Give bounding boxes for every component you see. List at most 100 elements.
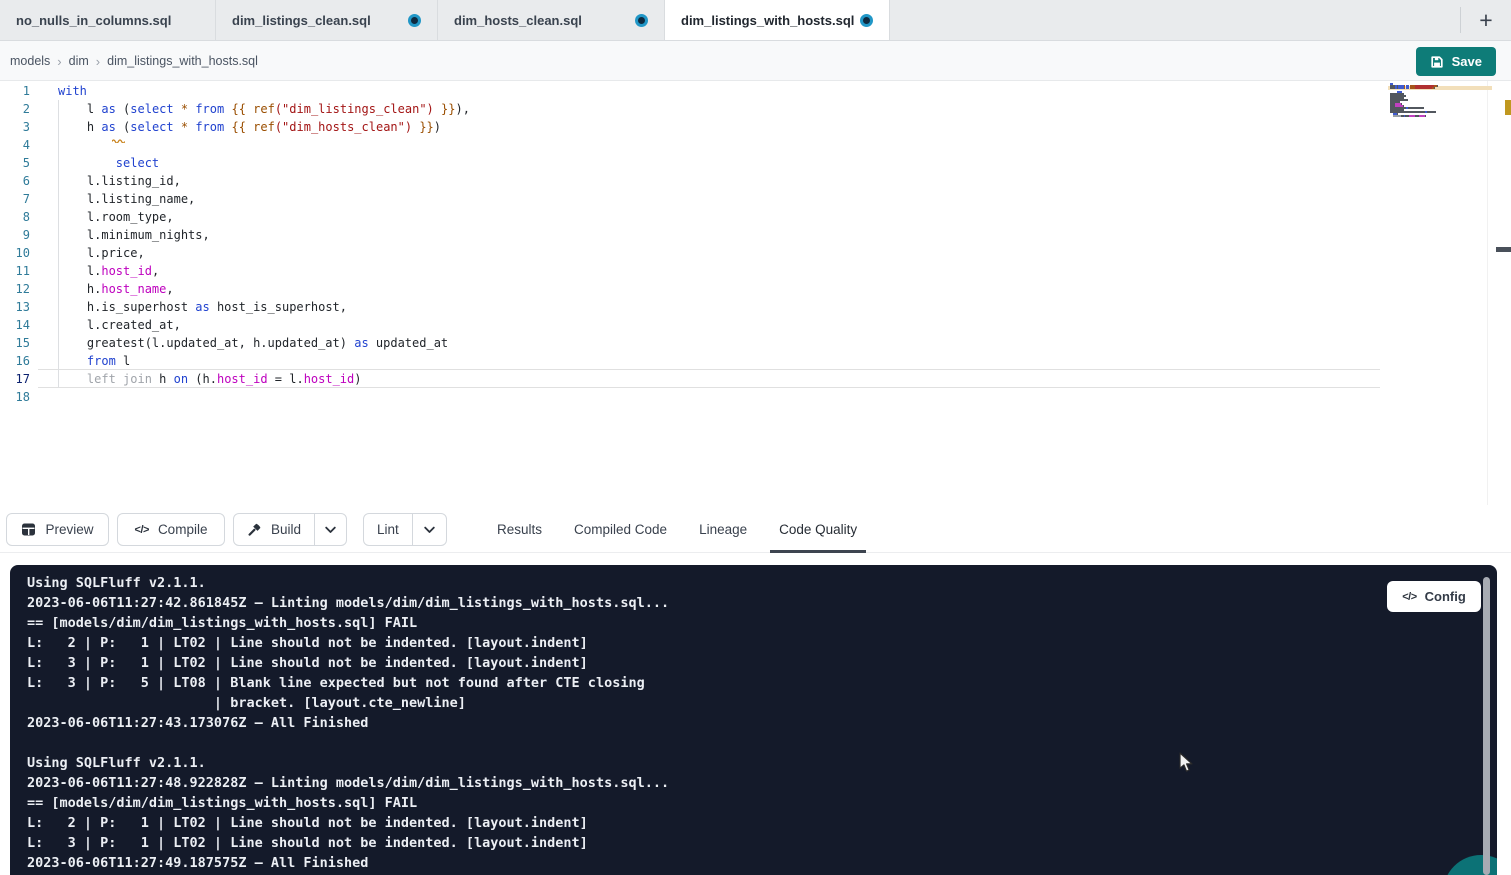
action-bar: Preview </> Compile Build Lint	[0, 505, 1511, 553]
config-button-label: Config	[1425, 589, 1466, 604]
code-line[interactable]: 11 l.host_id,	[0, 262, 1511, 280]
compile-button[interactable]: </> Compile	[117, 513, 225, 546]
code-line[interactable]: 18	[0, 388, 1511, 406]
result-tab-results[interactable]: Results	[497, 505, 542, 553]
terminal-line: Using SQLFluff v2.1.1.	[27, 573, 669, 593]
terminal-line: == [models/dim/dim_listings_with_hosts.s…	[27, 793, 669, 813]
terminal-line	[27, 733, 669, 753]
code-line[interactable]: 12 h.host_name,	[0, 280, 1511, 298]
code-line[interactable]: 10 l.price,	[0, 244, 1511, 262]
tab-label: no_nulls_in_columns.sql	[16, 13, 171, 28]
breadcrumb-item[interactable]: dim	[69, 54, 89, 68]
terminal-line: == [models/dim/dim_listings_with_hosts.s…	[27, 613, 669, 633]
code-line[interactable]: 16 from l	[0, 352, 1511, 370]
code-text: l.room_type,	[58, 208, 174, 226]
lint-output-terminal[interactable]: Using SQLFluff v2.1.1.2023-06-06T11:27:4…	[10, 565, 1497, 875]
line-number: 18	[0, 388, 30, 406]
modified-dot-icon	[408, 14, 421, 27]
breadcrumb-item[interactable]: models	[10, 54, 50, 68]
line-number: 4	[0, 136, 30, 154]
minimap[interactable]	[1388, 83, 1492, 143]
breadcrumb-item[interactable]: dim_listings_with_hosts.sql	[107, 54, 258, 68]
terminal-line: 2023-06-06T11:27:49.187575Z — All Finish…	[27, 853, 669, 873]
build-button-group: Build	[233, 513, 347, 546]
terminal-scrollbar[interactable]	[1483, 577, 1490, 875]
line-number: 1	[0, 82, 30, 100]
save-button[interactable]: Save	[1416, 47, 1496, 76]
build-dropdown-button[interactable]	[315, 514, 346, 545]
lint-button-label: Lint	[377, 522, 399, 537]
line-number: 12	[0, 280, 30, 298]
code-line[interactable]: 6 l.listing_id,	[0, 172, 1511, 190]
code-line[interactable]: 17 left join h on (h.host_id = l.host_id…	[0, 370, 1511, 388]
code-line[interactable]: 3 h as (select * from {{ ref("dim_hosts_…	[0, 118, 1511, 136]
code-line[interactable]: 4	[0, 136, 1511, 154]
result-tab-lineage[interactable]: Lineage	[699, 505, 747, 553]
line-number: 17	[0, 370, 30, 388]
terminal-line: 2023-06-06T11:27:43.173076Z — All Finish…	[27, 713, 669, 733]
terminal-line: Using SQLFluff v2.1.1.	[27, 753, 669, 773]
line-number: 2	[0, 100, 30, 118]
build-button-label: Build	[271, 522, 301, 537]
line-number: 7	[0, 190, 30, 208]
result-tab-strip: Results Compiled Code Lineage Code Quality	[497, 505, 857, 553]
code-line[interactable]: 14 l.created_at,	[0, 316, 1511, 334]
terminal-line: 2023-06-06T11:27:48.922828Z — Linting mo…	[27, 773, 669, 793]
save-button-label: Save	[1452, 54, 1482, 69]
lint-dropdown-button[interactable]	[413, 514, 446, 545]
code-text: select	[58, 154, 159, 172]
preview-button[interactable]: Preview	[6, 513, 109, 546]
code-text: l.host_id,	[58, 262, 159, 280]
code-text: from l	[58, 352, 130, 370]
breadcrumb-separator: ›	[96, 54, 100, 69]
tab-dim_listings_with_hosts.sql[interactable]: dim_listings_with_hosts.sql	[665, 0, 890, 40]
result-tab-compiled-code[interactable]: Compiled Code	[574, 505, 667, 553]
code-text: h.host_name,	[58, 280, 174, 298]
terminal-line: | bracket. [layout.cte_newline]	[27, 693, 669, 713]
line-number: 16	[0, 352, 30, 370]
chevron-down-icon	[424, 526, 435, 534]
code-line[interactable]: 2 l as (select * from {{ ref("dim_listin…	[0, 100, 1511, 118]
floppy-icon	[1430, 55, 1444, 69]
modified-dot-icon	[635, 14, 648, 27]
line-number: 6	[0, 172, 30, 190]
terminal-line: L: 3 | P: 1 | LT02 | Line should not be …	[27, 653, 669, 673]
new-tab-button[interactable]: +	[1461, 0, 1511, 40]
config-button[interactable]: </> Config	[1387, 581, 1481, 612]
lint-button[interactable]: Lint	[364, 514, 413, 545]
tab-label: dim_hosts_clean.sql	[454, 13, 582, 28]
code-line[interactable]: 7 l.listing_name,	[0, 190, 1511, 208]
modified-dot-icon	[860, 14, 873, 27]
line-number: 11	[0, 262, 30, 280]
code-icon: </>	[1402, 591, 1416, 603]
code-line[interactable]: 9 l.minimum_nights,	[0, 226, 1511, 244]
build-button[interactable]: Build	[234, 514, 315, 545]
code-editor[interactable]: 1with2 l as (select * from {{ ref("dim_l…	[0, 81, 1511, 505]
overview-ruler-warning-mark	[1505, 100, 1511, 115]
code-line[interactable]: 1with	[0, 82, 1511, 100]
result-tab-code-quality[interactable]: Code Quality	[779, 505, 857, 553]
tab-label: dim_listings_with_hosts.sql	[681, 13, 854, 28]
code-text: l as (select * from {{ ref("dim_listings…	[58, 100, 470, 118]
code-line[interactable]: 8 l.room_type,	[0, 208, 1511, 226]
tab-dim_listings_clean.sql[interactable]: dim_listings_clean.sql	[216, 0, 438, 40]
breadcrumb-separator: ›	[57, 54, 61, 69]
lint-warning-squiggle	[112, 130, 125, 148]
tab-dim_hosts_clean.sql[interactable]: dim_hosts_clean.sql	[438, 0, 665, 40]
terminal-line: L: 2 | P: 1 | LT02 | Line should not be …	[27, 813, 669, 833]
tab-no_nulls_in_columns.sql[interactable]: no_nulls_in_columns.sql	[0, 0, 216, 40]
line-number: 15	[0, 334, 30, 352]
table-icon	[21, 522, 36, 537]
chevron-down-icon	[325, 526, 336, 534]
code-line[interactable]: 13 h.is_superhost as host_is_superhost,	[0, 298, 1511, 316]
code-line[interactable]: 5 select	[0, 154, 1511, 172]
code-text: left join h on (h.host_id = l.host_id)	[58, 370, 362, 388]
line-number: 3	[0, 118, 30, 136]
overview-ruler-cursor-mark	[1496, 247, 1511, 252]
editor-tab-bar: no_nulls_in_columns.sql dim_listings_clea…	[0, 0, 1511, 41]
line-number: 10	[0, 244, 30, 262]
code-line[interactable]: 15 greatest(l.updated_at, h.updated_at) …	[0, 334, 1511, 352]
code-text: l.minimum_nights,	[58, 226, 210, 244]
lint-button-group: Lint	[363, 513, 447, 546]
terminal-line: 2023-06-06T11:27:42.861845Z — Linting mo…	[27, 593, 669, 613]
